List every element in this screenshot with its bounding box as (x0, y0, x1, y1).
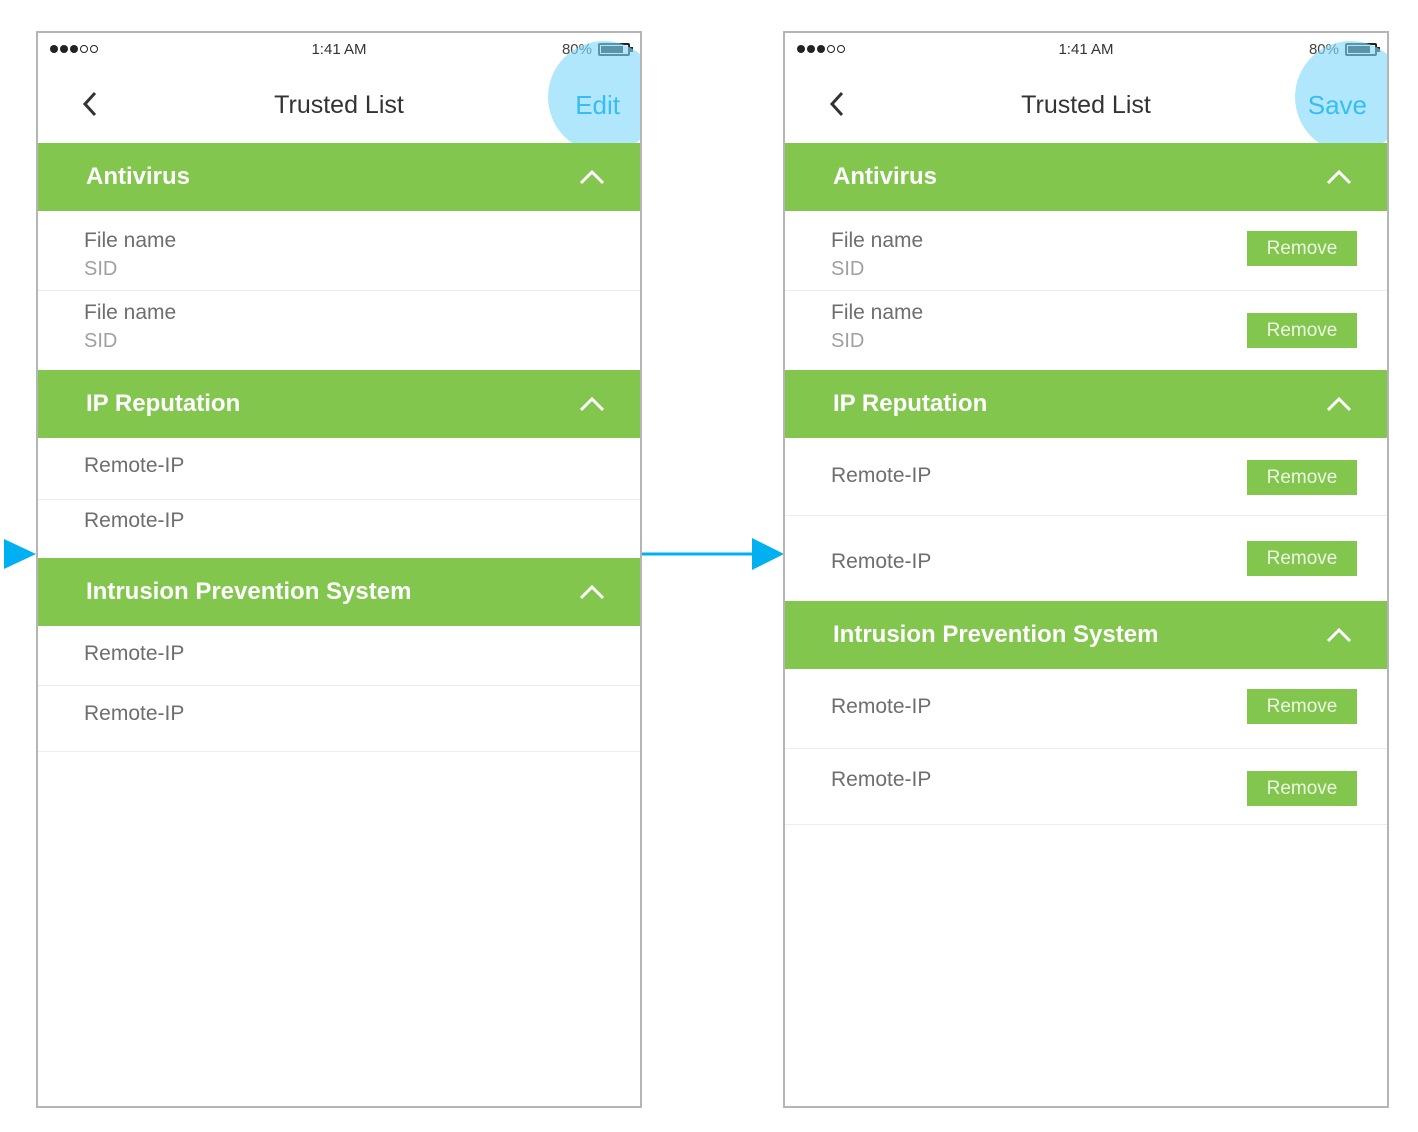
section-title: Antivirus (833, 163, 938, 190)
list-item: Remote-IP (38, 626, 640, 686)
item-name: Remote-IP (831, 695, 932, 718)
list-item: File name SID (38, 211, 640, 291)
section-title: Intrusion Prevention System (86, 578, 412, 605)
section-header-intrusion-prevention[interactable]: Intrusion Prevention System (785, 601, 1387, 669)
item-sid: SID (831, 330, 865, 352)
section-title: IP Reputation (833, 390, 988, 417)
item-name: File name (831, 229, 924, 252)
section-header-antivirus[interactable]: Antivirus (38, 143, 640, 211)
remove-button[interactable]: Remove (1247, 541, 1357, 576)
item-name: Remote-IP (831, 464, 932, 487)
list-item: File name SID (38, 291, 640, 371)
section-header-intrusion-prevention[interactable]: Intrusion Prevention System (38, 558, 640, 626)
status-time: 1:41 AM (1058, 41, 1114, 58)
phone-screen-edit: 1:41 AM 80% Trusted List Save Antivirus … (783, 31, 1389, 1108)
chevron-up-icon[interactable] (578, 582, 606, 602)
section-header-ip-reputation[interactable]: IP Reputation (785, 370, 1387, 438)
list-item: Remote-IP (38, 686, 640, 752)
flow-arrow-left (4, 539, 36, 569)
remove-button[interactable]: Remove (1247, 231, 1357, 266)
item-name: File name (831, 301, 924, 324)
item-name: Remote-IP (84, 702, 185, 725)
item-name: File name (84, 301, 177, 324)
section-title: Intrusion Prevention System (833, 621, 1159, 648)
flow-arrow-middle (640, 538, 784, 570)
item-name: Remote-IP (831, 768, 932, 791)
status-bar: 1:41 AM 80% (785, 33, 1387, 67)
list-item: File name SID Remove (785, 211, 1387, 291)
section-title: Antivirus (86, 163, 191, 190)
item-name: Remote-IP (831, 550, 932, 573)
remove-button[interactable]: Remove (1247, 313, 1357, 348)
remove-button[interactable]: Remove (1247, 771, 1357, 806)
list-item: Remote-IP (38, 500, 640, 558)
chevron-up-icon[interactable] (578, 394, 606, 414)
status-time: 1:41 AM (311, 41, 367, 58)
list-item: Remote-IP Remove (785, 749, 1387, 825)
item-sid: SID (84, 258, 118, 280)
chevron-up-icon[interactable] (1325, 394, 1353, 414)
save-button[interactable]: Save (1308, 90, 1367, 121)
item-sid: SID (84, 330, 118, 352)
item-name: Remote-IP (84, 454, 185, 477)
chevron-up-icon[interactable] (1325, 167, 1353, 187)
list-item: File name SID Remove (785, 291, 1387, 371)
list-item: Remote-IP (38, 438, 640, 500)
item-sid: SID (831, 258, 865, 280)
item-name: Remote-IP (84, 509, 185, 532)
remove-button[interactable]: Remove (1247, 689, 1357, 724)
section-header-ip-reputation[interactable]: IP Reputation (38, 370, 640, 438)
section-header-antivirus[interactable]: Antivirus (785, 143, 1387, 211)
nav-bar: Trusted List Edit (38, 41, 640, 153)
list-item: Remote-IP Remove (785, 516, 1387, 601)
phone-screen-view: 1:41 AM 80% Trusted List Edit Antivirus … (36, 31, 642, 1108)
remove-button[interactable]: Remove (1247, 460, 1357, 495)
section-title: IP Reputation (86, 390, 241, 417)
item-name: File name (84, 229, 177, 252)
nav-bar: Trusted List Save (785, 41, 1387, 153)
list-item: Remote-IP Remove (785, 669, 1387, 749)
chevron-up-icon[interactable] (578, 167, 606, 187)
chevron-up-icon[interactable] (1325, 625, 1353, 645)
edit-button[interactable]: Edit (575, 90, 620, 121)
item-name: Remote-IP (84, 642, 185, 665)
status-bar: 1:41 AM 80% (38, 33, 640, 67)
list-item: Remote-IP Remove (785, 438, 1387, 516)
